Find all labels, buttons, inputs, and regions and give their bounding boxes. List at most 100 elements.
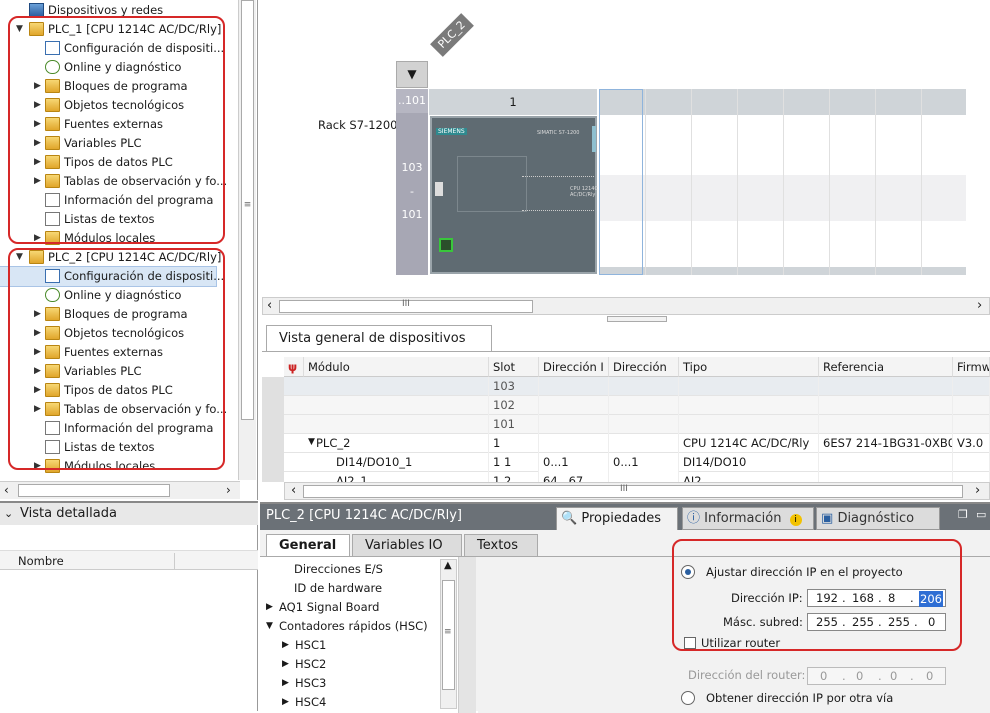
table-row[interactable]: 101 [262, 415, 990, 434]
cell-modulo [332, 377, 489, 396]
cell-dir_q [609, 377, 679, 396]
cell-ref [819, 377, 953, 396]
ethernet-port-icon [439, 238, 453, 252]
table-row[interactable]: 103 [262, 377, 990, 396]
cell-slot: 103 [489, 377, 539, 396]
col-tipo[interactable]: Tipo [679, 357, 819, 377]
nav-item[interactable]: ▶ HSC2 [260, 655, 438, 674]
cell-tipo: CPU 1214C AC/DC/Rly [679, 434, 819, 453]
col-modulo[interactable]: Módulo [304, 357, 489, 377]
nav-item[interactable]: ID de hardware [260, 579, 438, 598]
nav-item[interactable]: ▼ Contadores rápidos (HSC) [260, 617, 438, 636]
nav-item[interactable]: Direcciones E/S [260, 560, 438, 579]
router-address-field[interactable]: 0 . 0 . 0 . 0 [807, 667, 946, 685]
inspector-panel: PLC_2 [CPU 1214C AC/DC/Rly] 🔍 Propiedade… [260, 502, 990, 713]
expand-down-icon[interactable]: ▼ [266, 617, 273, 636]
scroll-right-icon[interactable]: › [226, 483, 231, 497]
nav-item[interactable]: ▶ HSC3 [260, 674, 438, 693]
slot-header-1: 1 [429, 89, 597, 115]
table-row[interactable]: AI2_1 1 2 64...67 AI2 [262, 472, 990, 482]
nav-vscroll-thumb[interactable]: ≡ [442, 580, 455, 690]
selected-slot[interactable] [599, 89, 643, 275]
collapse-down-icon[interactable]: ⌄ [4, 503, 13, 525]
cell-modulo [332, 415, 489, 434]
scroll-left-icon[interactable]: ‹ [267, 298, 272, 313]
col-firmware[interactable]: Firmw [953, 357, 990, 377]
cell-ref [819, 396, 953, 415]
nav-item[interactable]: ▶ HSC1 [260, 636, 438, 655]
overview-hscroll[interactable]: ‹ III › [284, 482, 990, 500]
cell-modulo [332, 396, 489, 415]
table-row[interactable]: 102 [262, 396, 990, 415]
cell-ref [819, 453, 953, 472]
overview-hscroll-thumb[interactable]: III [303, 484, 963, 498]
siemens-logo: SIEMENS [436, 128, 467, 135]
tab-device-overview[interactable]: Vista general de dispositivos [266, 325, 492, 351]
nav-item[interactable]: ▶ AQ1 Signal Board [260, 598, 438, 617]
tree-vscroll[interactable]: ≡ [238, 0, 256, 480]
rack-collapse-button[interactable]: ▼ [396, 61, 428, 88]
cell-dir_i: 0...1 [539, 453, 609, 472]
tree-hscroll[interactable]: ‹ › [0, 481, 240, 499]
cell-fw [953, 377, 990, 396]
tab-propiedades[interactable]: 🔍 Propiedades [556, 507, 678, 530]
cell-fw [953, 453, 990, 472]
window-restore-icon[interactable]: ❐ [958, 508, 968, 521]
cell-fw [953, 472, 990, 482]
plc-name-tag[interactable]: PLC_2 [430, 13, 474, 57]
overview-table-header: ψ Módulo Slot Dirección I Dirección Q Ti… [262, 357, 990, 394]
tree-vscroll-thumb[interactable] [241, 0, 254, 420]
nav-vscroll[interactable]: ▲ ≡ [440, 559, 457, 709]
highlight-plc1 [8, 16, 225, 244]
cell-dir_i [539, 434, 609, 453]
cell-slot: 102 [489, 396, 539, 415]
subtab-variables-io[interactable]: Variables IO [352, 534, 462, 556]
device-view-hscroll[interactable]: ‹ III › [262, 297, 990, 315]
col-slot[interactable]: Slot [489, 357, 539, 377]
expand-right-icon[interactable]: ▶ [282, 636, 289, 655]
table-row[interactable]: ▼ PLC_2 1 CPU 1214C AC/DC/Rly 6ES7 214-1BG31… [262, 434, 990, 453]
device-hscroll-thumb[interactable]: III [279, 299, 533, 313]
col-dir-q[interactable]: Dirección Q [609, 357, 679, 394]
detail-view-column-header: Nombre [0, 550, 258, 570]
scroll-up-icon[interactable]: ▲ [444, 560, 452, 571]
scroll-left-icon[interactable]: ‹ [4, 483, 9, 497]
warning-badge-icon: i [789, 514, 802, 526]
cell-ref [819, 472, 953, 482]
tree-hscroll-thumb[interactable] [18, 484, 170, 497]
cell-dir_i [539, 415, 609, 434]
nav-item[interactable]: ▶ HSC4 [260, 693, 438, 712]
scroll-left-icon[interactable]: ‹ [291, 483, 296, 498]
cell-slot: 1 2 [489, 472, 539, 482]
window-minimize-icon[interactable]: ▭ [976, 508, 986, 521]
detail-view-header[interactable]: ⌄ Vista detallada [0, 503, 258, 525]
cpu-module[interactable]: SIEMENS SIMATIC S7-1200 CPU 1214C AC/DC/… [430, 116, 598, 274]
expand-right-icon[interactable]: ▶ [282, 674, 289, 693]
filter-icon[interactable]: ψ [284, 357, 304, 377]
col-referencia[interactable]: Referencia [819, 357, 953, 377]
table-row[interactable]: DI14/DO10_1 1 1 0...1 0...1 DI14/DO10 [262, 453, 990, 472]
subtab-general[interactable]: General [266, 534, 350, 556]
scroll-right-icon[interactable]: › [977, 298, 982, 313]
cell-dir_q: 0...1 [609, 453, 679, 472]
tab-diagnostico[interactable]: ▣ Diagnóstico [816, 507, 940, 530]
radio-ip-other[interactable] [681, 691, 695, 705]
cell-tipo [679, 396, 819, 415]
info-icon: ⓘ [687, 511, 701, 526]
expand-right-icon[interactable]: ▶ [266, 598, 273, 617]
cell-modulo: PLC_2 [312, 434, 489, 453]
properties-icon: 🔍 [561, 511, 578, 526]
col-dir-i[interactable]: Dirección I [539, 357, 609, 377]
expand-right-icon[interactable]: ▶ [282, 693, 289, 712]
subtab-textos[interactable]: Textos [464, 534, 538, 556]
column-divider [174, 553, 175, 569]
cell-modulo: AI2_1 [332, 472, 489, 482]
project-tree: Dispositivos y redes ▼ PLC_1 [CPU 1214C … [0, 0, 258, 500]
grip-icon: ≡ [243, 200, 252, 210]
cell-dir_q [609, 434, 679, 453]
highlight-ip-settings [672, 539, 962, 651]
scroll-right-icon[interactable]: › [975, 483, 980, 498]
tab-informacion[interactable]: ⓘ Información i [682, 507, 814, 530]
device-overview-panel: Vista general de dispositivos ψ Módulo S… [262, 322, 990, 500]
expand-right-icon[interactable]: ▶ [282, 655, 289, 674]
